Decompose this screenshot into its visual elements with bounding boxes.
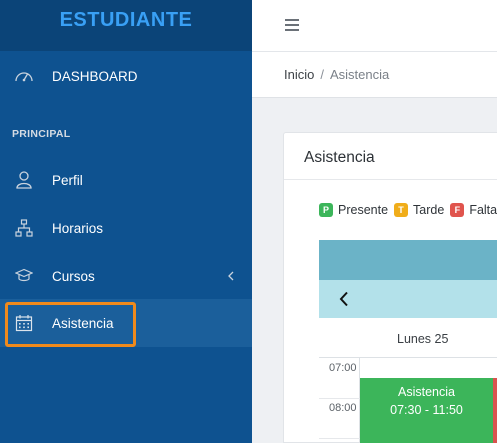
calendar-event[interactable]: Asistencia 07:30 - 11:50 (360, 378, 493, 443)
legend-label: Falta (469, 203, 497, 217)
sidebar-item-perfil[interactable]: Perfil (0, 156, 252, 204)
sidebar-brand[interactable]: ESTUDIANTE (0, 0, 252, 51)
sidebar-item-label: Horarios (52, 220, 104, 236)
legend-badge: P (319, 203, 333, 217)
attendance-card: Asistencia P Presente T Tarde F Falta Lu… (283, 132, 497, 443)
sidebar-item-label: DASHBOARD (52, 68, 138, 84)
breadcrumb-bar: Inicio / Asistencia (252, 51, 497, 98)
event-time: 07:30 - 11:50 (390, 403, 463, 417)
sidebar-item-dashboard[interactable]: DASHBOARD (0, 52, 252, 100)
topbar (252, 0, 497, 51)
hamburger-icon[interactable] (285, 19, 299, 31)
calendar-day-header: Lunes 25 (319, 318, 497, 358)
legend-item-falta: F Falta (450, 203, 497, 217)
graduation-cap-icon (14, 266, 34, 286)
user-icon (14, 170, 34, 190)
breadcrumb: Inicio / Asistencia (284, 67, 389, 82)
event-title: Asistencia (398, 385, 455, 399)
calendar-nav-bar (319, 280, 497, 318)
calendar-header-bar (319, 240, 497, 280)
sidebar-item-label: Perfil (52, 172, 83, 188)
legend-label: Presente (338, 203, 389, 217)
sitemap-icon (14, 218, 34, 238)
chevron-left-icon[interactable] (339, 291, 349, 307)
active-item-highlight (5, 302, 136, 347)
calendar-time-column: 07:00 08:00 (319, 358, 360, 443)
dashboard-gauge-icon (14, 66, 34, 86)
attendance-legend: P Presente T Tarde F Falta (319, 203, 497, 217)
card-title: Asistencia (304, 149, 375, 166)
day-label: Lunes 25 (397, 332, 449, 346)
brand-title: ESTUDIANTE (59, 9, 193, 31)
card-divider (284, 179, 497, 180)
legend-item-tarde: T Tarde (394, 203, 444, 217)
legend-item-presente: P Presente (319, 203, 388, 217)
breadcrumb-separator: / (320, 67, 324, 82)
time-gridline (319, 398, 360, 399)
sidebar: ESTUDIANTE DASHBOARD PRINCIPAL Perfil Ho… (0, 0, 252, 443)
legend-label: Tarde (413, 203, 445, 217)
time-slot-label: 07:00 (329, 362, 357, 374)
time-gridline (319, 438, 360, 439)
calendar-event-partial[interactable] (493, 378, 497, 443)
breadcrumb-current: Asistencia (329, 67, 390, 82)
sidebar-section-title: PRINCIPAL (12, 128, 71, 140)
sidebar-item-label: Cursos (52, 268, 95, 284)
time-slot-label: 08:00 (329, 402, 357, 414)
sidebar-item-cursos[interactable]: Cursos (0, 252, 252, 300)
legend-badge: T (394, 203, 409, 217)
legend-badge: F (450, 203, 465, 217)
sidebar-item-horarios[interactable]: Horarios (0, 204, 252, 252)
chevron-left-icon (226, 269, 236, 283)
breadcrumb-home[interactable]: Inicio (284, 67, 314, 82)
